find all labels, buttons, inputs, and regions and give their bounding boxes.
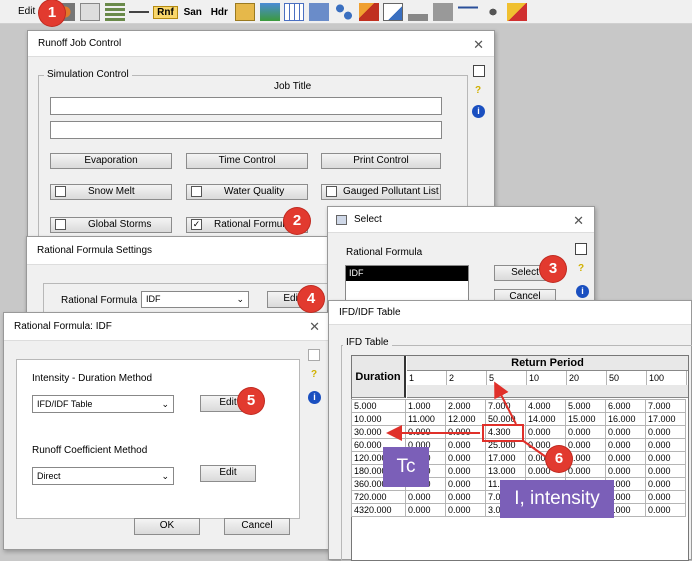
step-badge-6: 6 (546, 446, 572, 472)
step-badge-1: 1 (39, 0, 65, 26)
intensity-callout: I, intensity (500, 480, 614, 518)
step-badge-4: 4 (298, 286, 324, 312)
annotation-arrows (386, 381, 547, 458)
tc-callout: Tc (383, 447, 429, 487)
step-badge-2: 2 (284, 208, 310, 234)
step-badge-5: 5 (238, 388, 264, 414)
step-badge-3: 3 (540, 256, 566, 282)
